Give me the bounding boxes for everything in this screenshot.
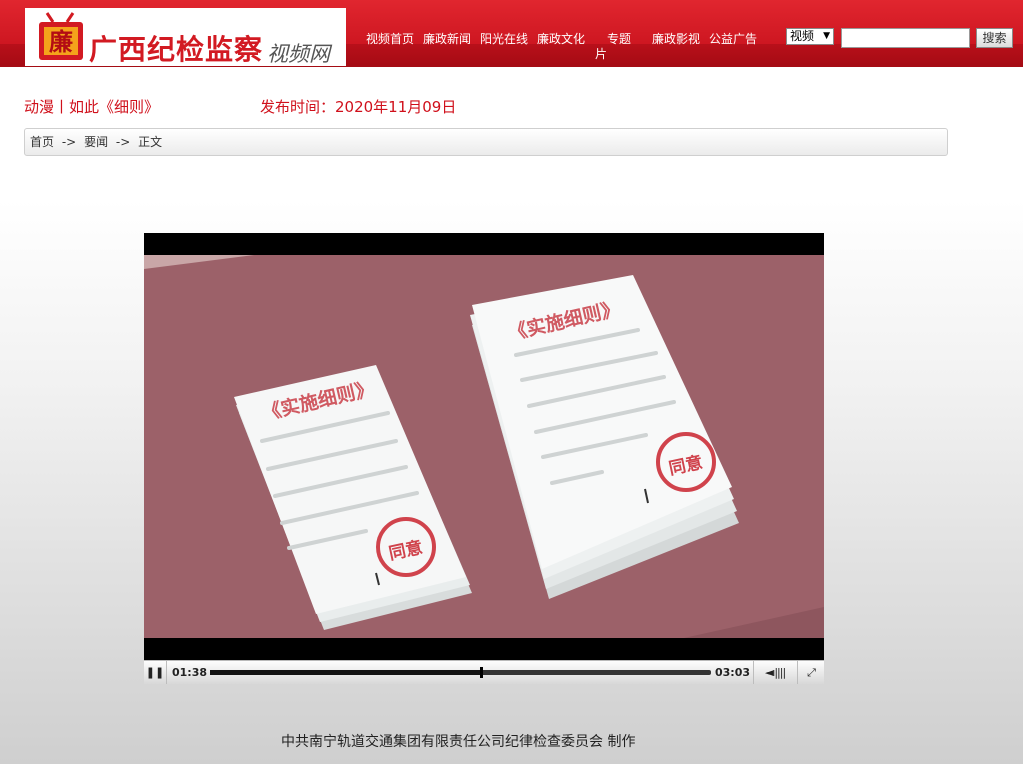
fullscreen-icon[interactable]: ⤢ — [797, 661, 825, 684]
nav-item-special-wrap[interactable]: 片 — [595, 45, 607, 62]
video-frame[interactable]: 《实施细则》 同意 《实施细则》 同意 — [144, 255, 824, 638]
nav-item-home[interactable]: 视频首页 — [366, 30, 414, 47]
duration: 03:03 — [715, 666, 751, 679]
footer-credit: 中共南宁轨道交通集团有限责任公司纪律检查委员会 制作 — [281, 734, 636, 750]
current-time: 01:38 — [172, 666, 208, 679]
volume-icon[interactable]: ◄ı|||| — [753, 661, 796, 684]
nav-item-ads[interactable]: 公益广告 — [709, 30, 757, 47]
nav-item-film[interactable]: 廉政影视 — [652, 30, 700, 47]
nav-item-news[interactable]: 廉政新闻 — [423, 30, 471, 47]
article-title: 动漫丨如此《细则》 — [24, 98, 160, 116]
logo-subtitle: 视频网 — [267, 42, 330, 66]
nav-item-culture[interactable]: 廉政文化 — [537, 30, 585, 47]
progress-handle[interactable] — [479, 667, 483, 678]
video-player[interactable]: 《实施细则》 同意 《实施细则》 同意 ❚❚ 01:38 03:03 ◄ı|||… — [144, 233, 824, 684]
nav-item-sunshine[interactable]: 阳光在线 — [480, 30, 528, 47]
breadcrumb-separator: -> — [115, 135, 131, 149]
tv-logo-icon: 廉 — [39, 12, 83, 60]
publish-time: 发布时间：2020年11月09日 — [260, 98, 457, 116]
breadcrumb-current: 正文 — [138, 135, 163, 149]
search-input[interactable] — [841, 28, 970, 48]
nav-item-special[interactable]: 专题 — [607, 30, 631, 47]
breadcrumb-section[interactable]: 要闻 — [84, 135, 108, 149]
search-button[interactable]: 搜索 — [976, 28, 1013, 48]
dropdown-arrow-icon: ▼ — [823, 31, 830, 41]
breadcrumb-home[interactable]: 首页 — [30, 135, 54, 149]
search-category-select[interactable]: 视频 ▼ — [786, 28, 834, 45]
logo-title: 广西纪检监察 — [89, 33, 264, 66]
site-logo[interactable]: 廉 广西纪检监察 视频网 — [25, 8, 346, 66]
logo-glyph: 廉 — [49, 28, 73, 56]
breadcrumb-separator: -> — [61, 135, 77, 149]
search-category-value: 视频 — [790, 29, 815, 43]
breadcrumb: 首页 -> 要闻 -> 正文 — [24, 128, 948, 156]
progress-bar[interactable] — [210, 667, 711, 678]
pause-icon[interactable]: ❚❚ — [144, 661, 167, 684]
progress-fill — [210, 670, 481, 675]
video-controls: ❚❚ 01:38 03:03 ◄ı|||| ⤢ — [144, 660, 824, 684]
